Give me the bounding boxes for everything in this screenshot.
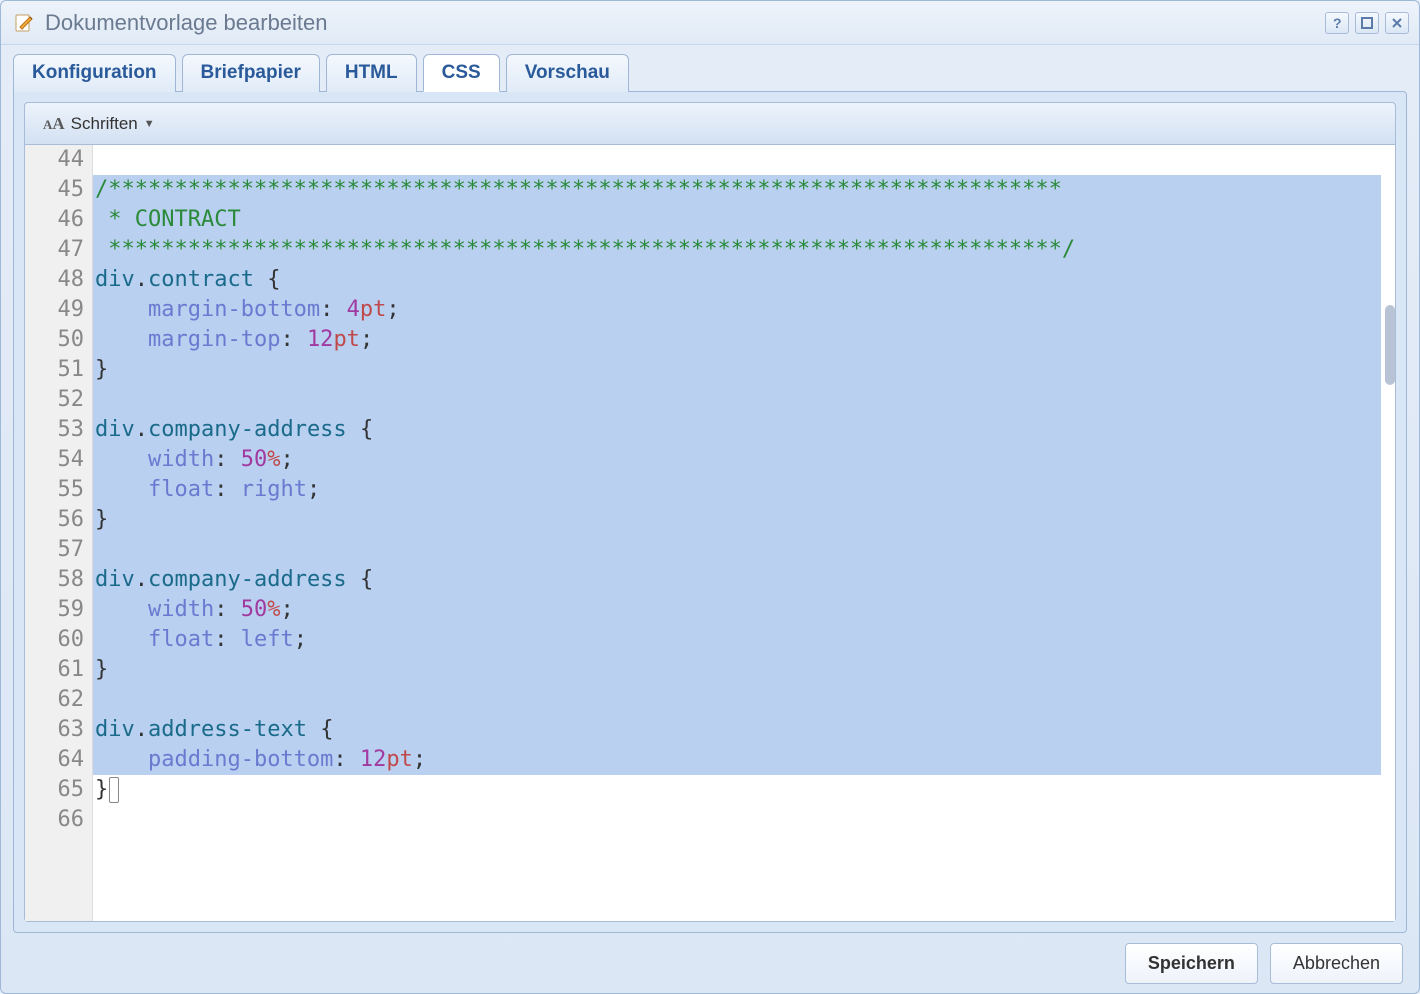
- code-line[interactable]: [93, 805, 1381, 835]
- line-number: 61: [25, 655, 84, 685]
- code-line[interactable]: div.address-text {: [93, 715, 1381, 745]
- window-controls: ?: [1325, 12, 1409, 34]
- tab-panel: AA Schriften ▼ 4445464748495051525354555…: [13, 91, 1407, 933]
- tab-css[interactable]: CSS: [423, 54, 500, 92]
- close-button[interactable]: [1385, 12, 1409, 34]
- code-line[interactable]: div.company-address {: [93, 415, 1381, 445]
- line-number: 65: [25, 775, 84, 805]
- line-number: 50: [25, 325, 84, 355]
- tabs: KonfigurationBriefpapierHTMLCSSVorschau: [1, 45, 1419, 91]
- line-number: 58: [25, 565, 84, 595]
- code-editor[interactable]: 4445464748495051525354555657585960616263…: [25, 145, 1395, 921]
- save-button[interactable]: Speichern: [1125, 943, 1258, 984]
- code-line[interactable]: width: 50%;: [93, 445, 1381, 475]
- help-button[interactable]: ?: [1325, 12, 1349, 34]
- code-line[interactable]: }: [93, 775, 1381, 805]
- tab-html[interactable]: HTML: [326, 54, 417, 92]
- line-number: 48: [25, 265, 84, 295]
- line-number: 64: [25, 745, 84, 775]
- code-line[interactable]: width: 50%;: [93, 595, 1381, 625]
- line-number: 54: [25, 445, 84, 475]
- vertical-scrollbar[interactable]: [1381, 145, 1395, 921]
- line-number: 51: [25, 355, 84, 385]
- line-number: 52: [25, 385, 84, 415]
- line-number: 49: [25, 295, 84, 325]
- code-line[interactable]: }: [93, 655, 1381, 685]
- chevron-down-icon: ▼: [144, 118, 155, 130]
- maximize-button[interactable]: [1355, 12, 1379, 34]
- code-line[interactable]: margin-bottom: 4pt;: [93, 295, 1381, 325]
- dialog-footer: Speichern Abbrechen: [1, 933, 1419, 993]
- code-line[interactable]: }: [93, 355, 1381, 385]
- line-number: 56: [25, 505, 84, 535]
- code-line[interactable]: margin-top: 12pt;: [93, 325, 1381, 355]
- line-number: 55: [25, 475, 84, 505]
- code-content[interactable]: /***************************************…: [93, 145, 1381, 921]
- line-gutter: 4445464748495051525354555657585960616263…: [25, 145, 93, 921]
- line-number: 47: [25, 235, 84, 265]
- code-line[interactable]: div.contract {: [93, 265, 1381, 295]
- line-number: 44: [25, 145, 84, 175]
- code-line[interactable]: padding-bottom: 12pt;: [93, 745, 1381, 775]
- svg-text:?: ?: [1333, 16, 1342, 30]
- text-cursor: [109, 777, 119, 803]
- document-edit-icon: [13, 12, 35, 34]
- line-number: 46: [25, 205, 84, 235]
- line-number: 45: [25, 175, 84, 205]
- line-number: 60: [25, 625, 84, 655]
- line-number: 59: [25, 595, 84, 625]
- tab-konfiguration[interactable]: Konfiguration: [13, 54, 176, 92]
- line-number: 66: [25, 805, 84, 835]
- code-line[interactable]: float: left;: [93, 625, 1381, 655]
- line-number: 63: [25, 715, 84, 745]
- code-line[interactable]: [93, 145, 1381, 175]
- line-number: 62: [25, 685, 84, 715]
- code-line[interactable]: [93, 535, 1381, 565]
- code-line[interactable]: /***************************************…: [93, 175, 1381, 205]
- window: Dokumentvorlage bearbeiten ? Konfigurati…: [0, 0, 1420, 994]
- scroll-thumb[interactable]: [1385, 305, 1395, 385]
- code-line[interactable]: div.company-address {: [93, 565, 1381, 595]
- code-line[interactable]: [93, 385, 1381, 415]
- tab-briefpapier[interactable]: Briefpapier: [182, 54, 320, 92]
- code-line[interactable]: [93, 685, 1381, 715]
- font-icon: AA: [43, 114, 65, 134]
- code-line[interactable]: }: [93, 505, 1381, 535]
- cancel-button[interactable]: Abbrechen: [1270, 943, 1403, 984]
- code-line[interactable]: * CONTRACT: [93, 205, 1381, 235]
- line-number: 53: [25, 415, 84, 445]
- code-line[interactable]: float: right;: [93, 475, 1381, 505]
- window-title: Dokumentvorlage bearbeiten: [45, 10, 1325, 36]
- code-line[interactable]: ****************************************…: [93, 235, 1381, 265]
- tab-vorschau[interactable]: Vorschau: [506, 54, 629, 92]
- editor-toolbar: AA Schriften ▼: [25, 103, 1395, 145]
- titlebar: Dokumentvorlage bearbeiten ?: [1, 1, 1419, 45]
- fonts-label: Schriften: [71, 114, 138, 134]
- line-number: 57: [25, 535, 84, 565]
- editor-panel: AA Schriften ▼ 4445464748495051525354555…: [24, 102, 1396, 922]
- fonts-dropdown[interactable]: AA Schriften ▼: [35, 110, 163, 138]
